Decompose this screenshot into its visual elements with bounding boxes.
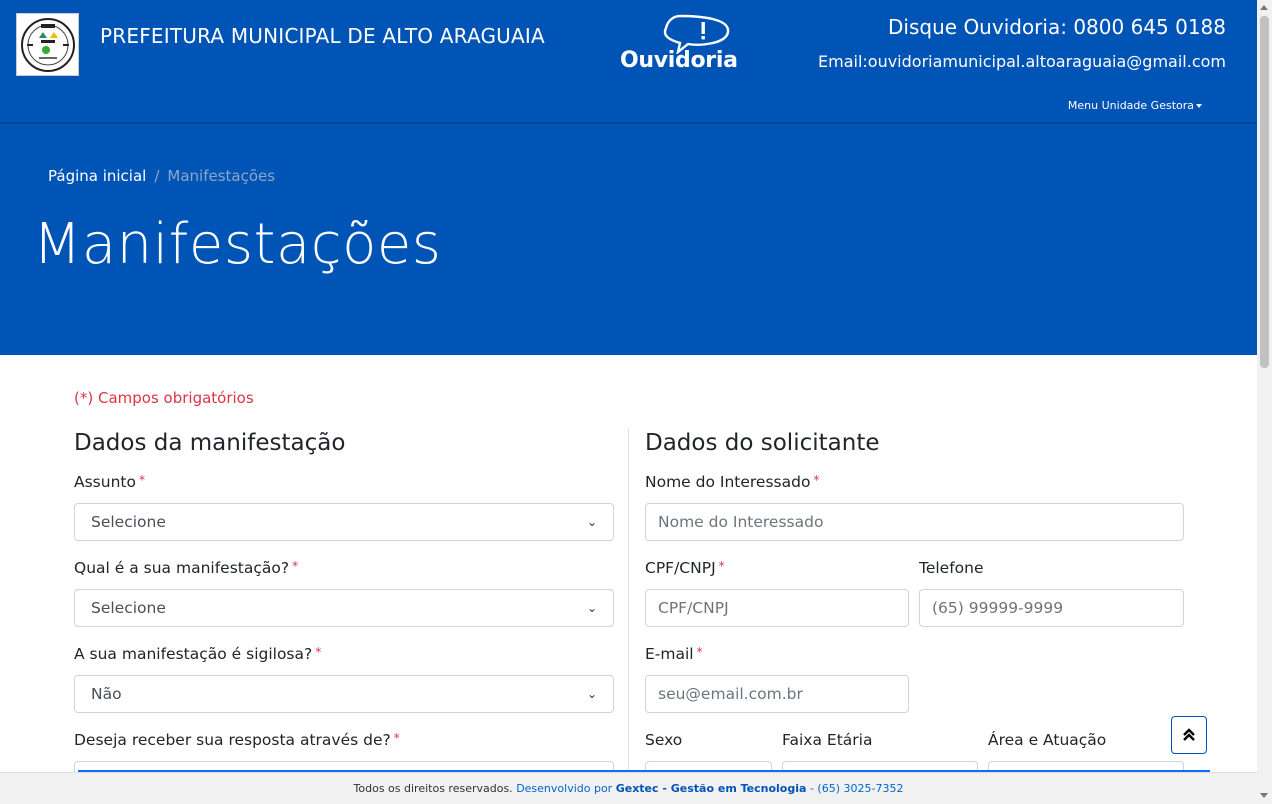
scroll-up-arrow-icon[interactable]	[1260, 5, 1268, 10]
required-mark: *	[813, 473, 820, 487]
section-title-manifestacao: Dados da manifestação	[74, 430, 346, 456]
top-header: PREFEITURA MUNICIPAL DE ALTO ARAGUAIA Ou…	[0, 0, 1257, 124]
cpf-label-text: CPF/CNPJ	[645, 559, 716, 577]
email-input[interactable]	[645, 675, 909, 713]
org-name: PREFEITURA MUNICIPAL DE ALTO ARAGUAIA	[100, 24, 545, 48]
footer-dash: -	[809, 782, 814, 795]
sigilosa-select-value: Não	[91, 685, 122, 703]
double-chevron-up-icon	[1183, 728, 1195, 741]
coat-of-arms-icon	[20, 17, 75, 72]
vertical-scrollbar[interactable]	[1257, 0, 1272, 804]
sexo-label: Sexo	[645, 731, 683, 749]
footer-dev-prefix: Desenvolvido por	[516, 782, 613, 795]
nome-label: Nome do Interessado *	[645, 473, 819, 491]
required-mark: *	[315, 645, 322, 659]
section-title-solicitante: Dados do solicitante	[645, 430, 880, 456]
phone-contact: Disque Ouvidoria: 0800 645 0188	[888, 15, 1226, 39]
menu-unidade-gestora[interactable]: Menu Unidade Gestora	[1068, 99, 1202, 112]
caret-down-icon	[1196, 104, 1202, 108]
nome-label-text: Nome do Interessado	[645, 473, 811, 491]
telefone-input[interactable]	[919, 589, 1184, 627]
page: PREFEITURA MUNICIPAL DE ALTO ARAGUAIA Ou…	[0, 0, 1272, 804]
required-mark: *	[393, 731, 400, 745]
hero-banner: Página inicial / Manifestações Manifestaçõ…	[0, 124, 1257, 355]
manifestacao-select[interactable]: Selecione ⌄	[74, 589, 614, 627]
footer-company-link[interactable]: Gextec - Gestão em Tecnologia	[616, 782, 807, 795]
required-mark: *	[718, 559, 725, 573]
email-label: E-mail *	[645, 645, 703, 663]
assunto-label-text: Assunto	[74, 473, 136, 491]
cpf-input[interactable]	[645, 589, 909, 627]
ouvidoria-logo[interactable]: Ouvidoria	[620, 14, 738, 74]
scrollbar-thumb[interactable]	[1260, 16, 1269, 368]
breadcrumb: Página inicial / Manifestações	[48, 167, 275, 185]
required-mark: *	[696, 645, 703, 659]
required-mark: *	[138, 473, 145, 487]
required-mark: *	[292, 559, 299, 573]
resposta-label: Deseja receber sua resposta através de? *	[74, 731, 400, 749]
required-fields-note: (*) Campos obrigatórios	[74, 389, 254, 407]
manifestacao-label-text: Qual é a sua manifestação?	[74, 559, 290, 577]
chevron-down-icon: ⌄	[586, 687, 597, 701]
manifestacao-select-value: Selecione	[91, 599, 166, 617]
email-contact[interactable]: Email:ouvidoriamunicipal.altoaraguaia@gm…	[818, 52, 1226, 71]
chevron-down-icon: ⌄	[586, 601, 597, 615]
menu-unidade-gestora-label: Menu Unidade Gestora	[1067, 99, 1194, 112]
nome-input[interactable]	[645, 503, 1184, 541]
footer-phone: (65) 3025-7352	[817, 782, 904, 795]
page-title: Manifestações	[33, 212, 442, 277]
scroll-down-arrow-icon[interactable]	[1260, 793, 1268, 798]
faixa-etaria-label: Faixa Etária	[782, 731, 873, 749]
telefone-label: Telefone	[919, 559, 984, 577]
assunto-label: Assunto *	[74, 473, 145, 491]
cpf-label: CPF/CNPJ *	[645, 559, 725, 577]
breadcrumb-separator: /	[154, 167, 160, 185]
breadcrumb-home[interactable]: Página inicial	[48, 167, 146, 185]
ouvidoria-brand-text: Ouvidoria	[620, 48, 738, 73]
footer: Todos os direitos reservados. Desenvolvi…	[0, 772, 1257, 804]
assunto-select[interactable]: Selecione ⌄	[74, 503, 614, 541]
area-atuacao-label: Área e Atuação	[988, 731, 1107, 749]
resposta-label-text: Deseja receber sua resposta através de?	[74, 731, 391, 749]
column-divider	[628, 428, 629, 788]
back-to-top-button[interactable]	[1171, 716, 1207, 754]
footer-rights: Todos os direitos reservados.	[353, 782, 513, 795]
municipal-logo[interactable]	[16, 13, 79, 76]
chevron-down-icon: ⌄	[586, 515, 597, 529]
breadcrumb-current: Manifestações	[167, 167, 276, 185]
manifestacao-label: Qual é a sua manifestação? *	[74, 559, 298, 577]
email-label-text: E-mail	[645, 645, 694, 663]
sigilosa-label: A sua manifestação é sigilosa? *	[74, 645, 321, 663]
sigilosa-select[interactable]: Não ⌄	[74, 675, 614, 713]
sigilosa-label-text: A sua manifestação é sigilosa?	[74, 645, 313, 663]
assunto-select-value: Selecione	[91, 513, 166, 531]
